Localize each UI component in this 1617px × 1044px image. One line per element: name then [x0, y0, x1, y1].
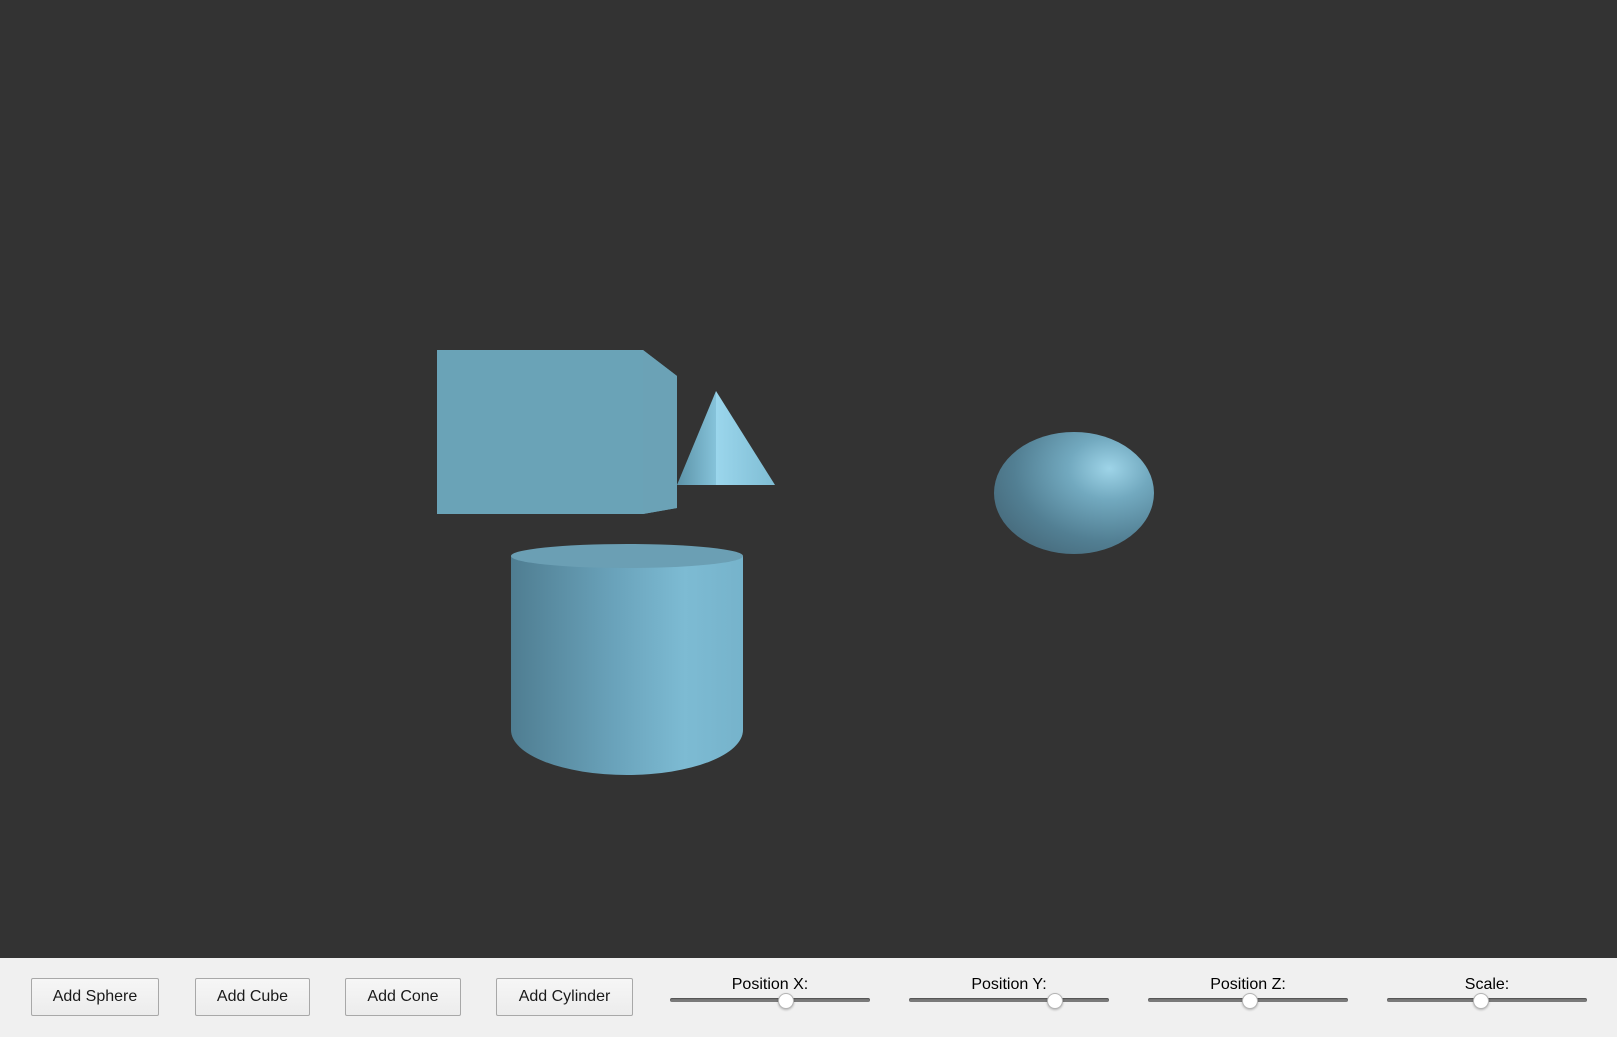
position-z-control: Position Z: [1148, 976, 1348, 1016]
position-x-control: Position X: [670, 976, 870, 1016]
scene-canvas [437, 350, 1154, 775]
add-cylinder-button[interactable]: Add Cylinder [496, 978, 633, 1016]
position-z-label: Position Z: [1210, 976, 1286, 993]
scale-control: Scale: [1387, 976, 1587, 1016]
control-panel: Add Sphere Add Cube Add Cone Add Cylinde… [0, 958, 1617, 1037]
position-y-slider-track[interactable] [909, 998, 1109, 1002]
position-y-label: Position Y: [971, 976, 1047, 993]
position-x-slider-track[interactable] [670, 998, 870, 1002]
position-x-label: Position X: [731, 976, 809, 993]
cone-object[interactable] [677, 391, 775, 485]
sphere-object[interactable] [994, 432, 1154, 554]
cube-object[interactable] [437, 350, 677, 514]
add-cube-button[interactable]: Add Cube [195, 978, 310, 1016]
add-sphere-button[interactable]: Add Sphere [31, 978, 159, 1016]
scale-label: Scale: [1464, 976, 1510, 993]
position-z-slider-thumb[interactable] [1242, 993, 1258, 1009]
add-cone-button[interactable]: Add Cone [345, 978, 461, 1016]
position-y-control: Position Y: [909, 976, 1109, 1016]
scale-slider-thumb[interactable] [1473, 993, 1489, 1009]
cylinder-object[interactable] [511, 544, 743, 775]
position-y-slider-thumb[interactable] [1047, 993, 1063, 1009]
position-x-slider-thumb[interactable] [778, 993, 794, 1009]
3d-viewport[interactable] [0, 0, 1617, 958]
